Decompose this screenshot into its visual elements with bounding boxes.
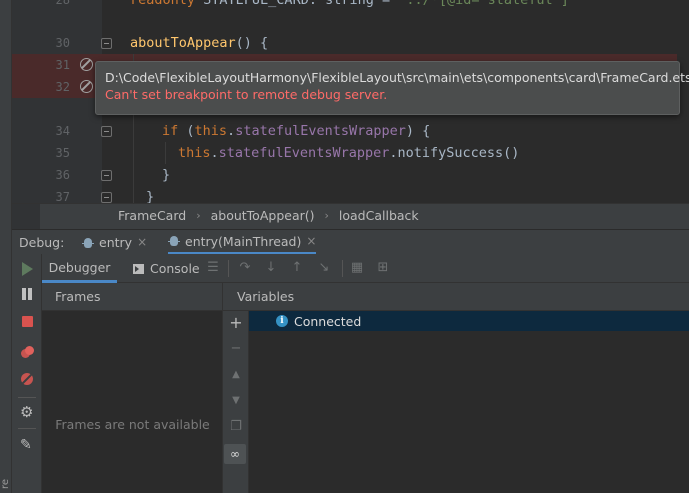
code-line: 37 } [12, 186, 689, 203]
info-icon: i [276, 315, 288, 327]
bug-icon [168, 235, 180, 247]
frames-header: Frames [42, 283, 222, 311]
mute-breakpoints-icon[interactable] [20, 372, 34, 386]
code-text: } [162, 167, 171, 183]
tab-debugger[interactable]: Debugger [42, 254, 117, 283]
resume-program-icon[interactable] [22, 262, 33, 276]
line-number: 28 [55, 0, 70, 7]
left-tool-strip: re [0, 0, 12, 493]
tooltip-error-message: Can't set breakpoint to remote debug ser… [105, 87, 388, 102]
code-text: this.statefulEventsWrapper.notifySuccess… [178, 145, 520, 161]
line-number: 30 [55, 36, 70, 50]
breadcrumb-item-callback[interactable]: loadCallback [339, 204, 419, 230]
tool-strip-label[interactable]: re [0, 479, 12, 489]
breadcrumb-item-method[interactable]: aboutToAppear() [211, 204, 315, 230]
toolbar-separator [342, 260, 343, 277]
glasses-icon[interactable]: ∞ [224, 444, 246, 464]
debug-session-tab-label: entry(MainThread) [185, 233, 302, 249]
remove-icon[interactable]: − [228, 341, 244, 357]
line-number: 36 [55, 168, 70, 182]
fold-icon[interactable] [101, 38, 112, 49]
stop-icon[interactable] [22, 316, 33, 327]
breadcrumb: FrameCard › aboutToAppear() › loadCallba… [12, 203, 689, 230]
indent-guide [165, 142, 166, 164]
debug-session-tab-label: entry [99, 235, 133, 250]
line-number: 35 [55, 146, 70, 160]
invalid-breakpoint-icon[interactable] [80, 58, 93, 71]
move-down-icon[interactable]: ▼ [228, 393, 244, 409]
tab-console[interactable]: Console [133, 254, 200, 283]
breadcrumb-separator-icon: › [196, 209, 201, 222]
layout-menu-icon[interactable]: ☰ [205, 260, 221, 276]
code-text: } [146, 189, 155, 203]
frames-empty-text: Frames are not available [55, 417, 210, 432]
code-line: 34 if (this.statefulEventsWrapper) { [12, 120, 689, 142]
move-up-icon[interactable]: ▲ [228, 367, 244, 383]
pin-icon[interactable]: ✎ [20, 438, 34, 452]
view-breakpoints-icon[interactable] [20, 346, 34, 360]
toolbar-separator [18, 428, 36, 429]
breadcrumb-item-class[interactable]: FrameCard [118, 204, 186, 230]
variable-row[interactable]: i Connected [249, 311, 689, 331]
debug-session-tab-entry[interactable]: entry × [82, 230, 147, 255]
evaluate-expression-icon[interactable]: ▦ [349, 260, 365, 276]
breadcrumb-gutter [12, 204, 40, 230]
line-number: 31 [55, 58, 70, 72]
code-line: 36 } [12, 164, 689, 186]
close-icon[interactable]: × [137, 230, 147, 255]
step-over-icon[interactable]: ↷ [237, 260, 253, 276]
code-text: aboutToAppear() { [130, 35, 269, 51]
fold-icon[interactable] [101, 192, 112, 203]
gear-icon[interactable]: ⚙ [20, 405, 34, 420]
variables-panel: Variables i Connected [223, 283, 689, 493]
close-icon[interactable]: × [306, 229, 316, 254]
debug-title: Debug: [19, 235, 65, 250]
tab-console-label: Console [150, 261, 200, 276]
console-icon [133, 264, 144, 274]
code-line: 28 readonly STATEFUL_CARD: string = '../… [12, 0, 689, 11]
toolbar-separator [18, 397, 36, 398]
trace-icon[interactable]: ⊞ [375, 260, 391, 276]
breadcrumb-separator-icon: › [324, 209, 329, 222]
tooltip-file-path: D:\Code\FlexibleLayoutHarmony\FlexibleLa… [105, 70, 689, 85]
code-line: 30 aboutToAppear() { [12, 32, 689, 54]
line-number: 34 [55, 124, 70, 138]
run-to-cursor-icon[interactable]: ↘ [316, 260, 332, 276]
debug-session-tab-main-thread[interactable]: entry(MainThread) × [168, 229, 317, 255]
debug-tool-window-header: Debug: entry × entry(MainThread) × [12, 229, 689, 255]
step-into-icon[interactable]: ↓ [263, 260, 279, 276]
pause-program-icon[interactable] [20, 287, 34, 301]
invalid-breakpoint-icon[interactable] [80, 80, 93, 93]
add-icon[interactable]: + [228, 315, 244, 331]
step-out-icon[interactable]: ↑ [289, 260, 305, 276]
toolbar-separator [228, 260, 229, 277]
fold-icon[interactable] [101, 126, 112, 137]
variable-row-label: Connected [294, 313, 362, 329]
frames-panel: Frames Frames are not available [42, 283, 223, 493]
line-number: 37 [55, 190, 70, 203]
fold-icon[interactable] [101, 170, 112, 181]
code-text: readonly STATEFUL_CARD: string = '../*[@… [130, 0, 578, 8]
line-number: 32 [55, 80, 70, 94]
variables-side-toolbar: + − ▲ ▼ ❐ ∞ [223, 311, 249, 493]
code-text: if (this.statefulEventsWrapper) { [162, 123, 431, 139]
debugger-toolbar: Debugger Console ☰ ↷ ↓ ↑ ↘ ▦ ⊞ [42, 254, 689, 283]
breakpoint-error-tooltip: D:\Code\FlexibleLayoutHarmony\FlexibleLa… [95, 61, 689, 115]
code-line: 35 this.statefulEventsWrapper.notifySucc… [12, 142, 689, 164]
copy-icon[interactable]: ❐ [228, 419, 244, 435]
bug-icon [82, 237, 94, 249]
variables-header: Variables [223, 283, 689, 311]
debug-actions-toolbar: ⚙ ✎ [12, 254, 42, 493]
